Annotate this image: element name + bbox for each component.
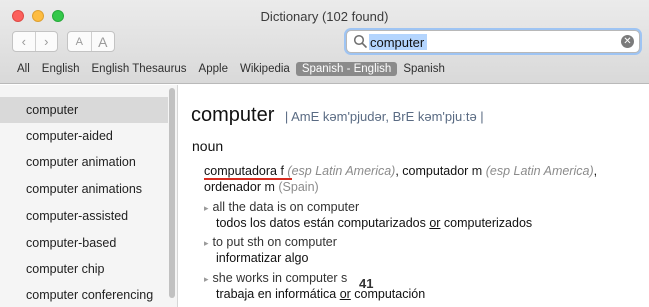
window-titlebar: Dictionary (102 found) ‹ › A A ✕ All Eng… [0, 0, 649, 84]
sidebar-item[interactable]: computer chip [0, 256, 168, 282]
navigation-buttons: ‹ › [12, 31, 58, 52]
sidebar-scrollbar[interactable] [168, 85, 177, 307]
example-source: she works in computer s [212, 271, 348, 285]
search-input[interactable] [369, 34, 427, 50]
window-title: Dictionary (102 found) [260, 9, 389, 24]
entry-header: computer | AmE kəm'pjudər, BrE kəm'pjuːt… [191, 104, 484, 127]
example-translation: trabaja en informática [216, 287, 340, 301]
clear-search-icon[interactable]: ✕ [621, 35, 634, 48]
example-block: ▸ she works in computer s trabaja en info… [204, 271, 425, 302]
source-tab-spanish[interactable]: Spanish [397, 62, 451, 76]
pronunciation: | AmE kəm'pjudər, BrE kəm'pjuːtə | [284, 109, 484, 124]
or-connector: or [429, 216, 441, 230]
part-of-speech: noun [192, 138, 224, 154]
increase-font-button[interactable]: A [90, 32, 115, 51]
bullet-icon: ▸ [204, 238, 209, 248]
sidebar-item[interactable]: computer-based [0, 230, 168, 256]
example-source: all the data is on computer [212, 200, 360, 214]
region-label: (Spain) [278, 180, 319, 194]
translation-word[interactable]: computador [402, 164, 468, 178]
source-tab-wikipedia[interactable]: Wikipedia [234, 62, 296, 76]
gender-label: m [471, 164, 483, 178]
source-tab-english[interactable]: English [36, 62, 86, 76]
sidebar-item[interactable]: computer-aided [0, 123, 168, 149]
example-block: ▸ all the data is on computer todos los d… [204, 200, 532, 231]
source-tabs: All English English Thesaurus Apple Wiki… [11, 62, 451, 76]
or-connector: or [339, 287, 351, 301]
example-source: to put sth on computer [212, 235, 337, 249]
example-block: ▸ to put sth on computer informatizar alg… [204, 235, 337, 266]
source-tab-apple[interactable]: Apple [193, 62, 234, 76]
source-tab-english-thesaurus[interactable]: English Thesaurus [86, 62, 193, 76]
gender-label: f [280, 164, 284, 178]
font-size-buttons: A A [67, 31, 115, 52]
example-translation-cont: computerizados [440, 216, 533, 230]
sidebar-item[interactable]: computer-assisted [0, 203, 168, 229]
sidebar-item[interactable]: computer [0, 97, 168, 123]
entry-content: computer | AmE kəm'pjudər, BrE kəm'pjuːt… [179, 85, 649, 307]
separator: , [593, 164, 598, 178]
sidebar-item[interactable]: computer conferencing [0, 282, 168, 307]
sidebar-item[interactable]: computer animations [0, 176, 168, 202]
spellcheck-underline [204, 178, 292, 180]
results-sidebar: computer computer-aided computer animati… [0, 85, 178, 307]
translation-word[interactable]: ordenador [204, 180, 261, 194]
search-field[interactable]: ✕ [346, 30, 640, 53]
example-translation: todos los datos están computarizados [216, 216, 430, 230]
bullet-icon: ▸ [204, 203, 209, 213]
headword: computer [191, 104, 275, 126]
search-icon [353, 34, 367, 48]
page-number-overlay: 41 [359, 276, 374, 291]
bullet-icon: ▸ [204, 274, 209, 284]
translation-word[interactable]: computadora [204, 164, 277, 178]
region-label: (esp Latin America) [287, 164, 396, 178]
scrollbar-thumb[interactable] [169, 88, 175, 298]
sidebar-item[interactable]: computer animation [0, 149, 168, 175]
example-translation: informatizar algo [216, 251, 309, 265]
forward-button[interactable]: › [34, 32, 58, 51]
back-button[interactable]: ‹ [13, 32, 35, 51]
decrease-font-button[interactable]: A [68, 32, 91, 51]
region-label: (esp Latin America) [485, 164, 594, 178]
gender-label: m [264, 180, 275, 194]
source-tab-all[interactable]: All [11, 62, 36, 76]
source-tab-spanish-english[interactable]: Spanish - English [295, 62, 398, 76]
